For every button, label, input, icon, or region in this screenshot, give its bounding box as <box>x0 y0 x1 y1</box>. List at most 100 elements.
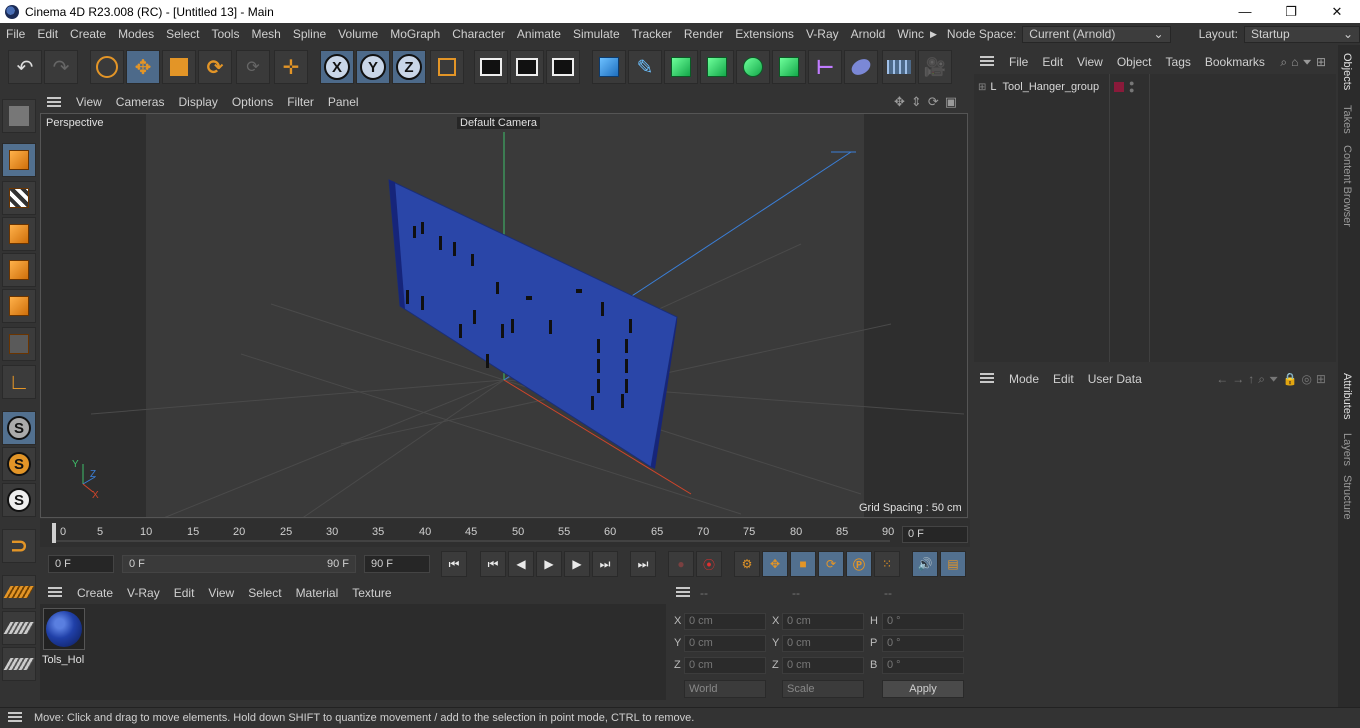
material-name[interactable]: Tols_Hol <box>42 654 84 666</box>
attributes-nav-icons[interactable]: ←→↑⌕⏷🔒◎⊞ <box>1216 372 1330 387</box>
menu-render[interactable]: Render <box>678 27 729 41</box>
material-menu-edit[interactable]: Edit <box>167 586 202 600</box>
menu-volume[interactable]: Volume <box>332 27 384 41</box>
subdivision-surface-button[interactable] <box>664 50 698 84</box>
material-swatch[interactable] <box>43 608 85 650</box>
next-frame-button[interactable]: ▶ <box>564 551 590 577</box>
object-row[interactable]: ⊞ L Tool_Hanger_group ● ● <box>974 78 1336 96</box>
tab-structure[interactable]: Structure <box>1341 475 1353 520</box>
menu-tools[interactable]: Tools <box>205 27 245 41</box>
axis-mode-button[interactable]: ∟ <box>2 365 36 399</box>
cube-object-button[interactable] <box>592 50 626 84</box>
coordinate-system-button[interactable] <box>430 50 464 84</box>
tab-takes[interactable]: Takes <box>1341 105 1353 134</box>
menu-extensions[interactable]: Extensions <box>729 27 800 41</box>
size-z-field[interactable]: 0 cm <box>782 657 864 674</box>
viewport-menu-icon[interactable] <box>47 94 61 110</box>
visibility-dots-icon[interactable]: ● ● <box>1129 79 1134 95</box>
snap-settings-button[interactable]: S <box>2 447 36 481</box>
menu-mograph[interactable]: MoGraph <box>384 27 446 41</box>
viewport-menu-panel[interactable]: Panel <box>321 95 366 109</box>
deformer-button[interactable]: ⊢ <box>808 50 842 84</box>
attributes-menu-icon[interactable] <box>980 372 994 386</box>
lock-x-button[interactable]: X <box>320 50 354 84</box>
objects-menu-object[interactable]: Object <box>1110 55 1159 69</box>
edge-mode-button[interactable] <box>2 253 36 287</box>
frame-range-slider[interactable]: 0 F 90 F <box>122 555 356 573</box>
menu-tracker[interactable]: Tracker <box>626 27 678 41</box>
redo-button[interactable]: ↷ <box>44 50 78 84</box>
menu-edit[interactable]: Edit <box>31 27 64 41</box>
close-button[interactable]: ✕ <box>1314 0 1360 23</box>
material-menu-view[interactable]: View <box>201 586 241 600</box>
objects-menu-file[interactable]: File <box>1002 55 1035 69</box>
position-z-field[interactable]: 0 cm <box>684 657 766 674</box>
menu-character[interactable]: Character <box>446 27 511 41</box>
viewport-menu-display[interactable]: Display <box>171 95 224 109</box>
film-button[interactable]: ▤ <box>940 551 966 577</box>
recent-tools-button[interactable]: ⟳ <box>236 50 270 84</box>
expand-icon[interactable]: ⊞ <box>978 82 986 93</box>
material-menu-texture[interactable]: Texture <box>345 586 398 600</box>
viewport-menu-options[interactable]: Options <box>225 95 280 109</box>
object-name[interactable]: Tool_Hanger_group <box>1003 81 1100 93</box>
tab-objects[interactable]: Objects <box>1341 53 1353 90</box>
node-space-dropdown[interactable]: Current (Arnold) ⌄ <box>1022 25 1171 43</box>
current-frame-field[interactable]: 0 F <box>902 526 968 543</box>
viewport-menu-filter[interactable]: Filter <box>280 95 321 109</box>
previous-frame-button[interactable]: ◀ <box>508 551 534 577</box>
camera-button[interactable]: 🎥 <box>918 50 952 84</box>
go-to-start-button[interactable]: ⏮ <box>441 551 467 577</box>
menu-vray[interactable]: V-Ray <box>800 27 845 41</box>
sound-button[interactable]: 🔊 <box>912 551 938 577</box>
floor-button[interactable] <box>882 50 916 84</box>
menu-spline[interactable]: Spline <box>287 27 332 41</box>
minimize-button[interactable]: — <box>1222 0 1268 23</box>
extrude-button[interactable] <box>700 50 734 84</box>
tab-content-browser[interactable]: Content Browser <box>1341 145 1353 227</box>
go-to-end-button[interactable]: ⏭ <box>630 551 656 577</box>
apply-button[interactable]: Apply <box>882 680 964 698</box>
undo-button[interactable]: ↶ <box>8 50 42 84</box>
magnet-button[interactable]: ⊃ <box>2 529 36 563</box>
viewport-menu-cameras[interactable]: Cameras <box>109 95 172 109</box>
render-view-button[interactable] <box>474 50 508 84</box>
rotation-b-field[interactable]: 0 ° <box>882 657 964 674</box>
key-rotation-button[interactable]: ⟳ <box>818 551 844 577</box>
workplane-button[interactable] <box>2 575 36 609</box>
uv-mode-button[interactable] <box>2 327 36 361</box>
key-pla-button[interactable]: ⁙ <box>874 551 900 577</box>
layer-color-tag-icon[interactable] <box>1114 82 1124 92</box>
texture-mode-button[interactable] <box>2 181 36 215</box>
material-menu-select[interactable]: Select <box>241 586 288 600</box>
material-menu-create[interactable]: Create <box>70 586 120 600</box>
record-keys-button[interactable]: ● <box>668 551 694 577</box>
menu-file[interactable]: File <box>0 27 31 41</box>
keyframe-selection-button[interactable]: ⚙ <box>734 551 760 577</box>
rotate-tool-button[interactable]: ⟳ <box>198 50 232 84</box>
maximize-button[interactable]: ❐ <box>1268 0 1314 23</box>
timeline-ruler[interactable]: 0 5 10 15 20 25 30 35 40 45 50 55 60 65 … <box>40 519 970 547</box>
coordinate-mode-select[interactable]: World <box>684 680 766 698</box>
pen-spline-button[interactable]: ✎ <box>628 50 662 84</box>
size-x-field[interactable]: 0 cm <box>782 613 864 630</box>
workplane-snap-button[interactable]: S <box>2 483 36 517</box>
attributes-menu-user-data[interactable]: User Data <box>1081 372 1149 386</box>
menu-simulate[interactable]: Simulate <box>567 27 626 41</box>
position-x-field[interactable]: 0 cm <box>684 613 766 630</box>
objects-menu-icon[interactable] <box>980 55 994 69</box>
attributes-menu-mode[interactable]: Mode <box>1002 372 1046 386</box>
scale-mode-select[interactable]: Scale <box>782 680 864 698</box>
rotation-h-field[interactable]: 0 ° <box>882 613 964 630</box>
objects-menu-edit[interactable]: Edit <box>1035 55 1070 69</box>
render-settings-button[interactable] <box>546 50 580 84</box>
size-y-field[interactable]: 0 cm <box>782 635 864 652</box>
render-picture-viewer-button[interactable] <box>510 50 544 84</box>
material-menu-icon[interactable] <box>48 586 62 600</box>
next-key-button[interactable]: ⏭ <box>592 551 618 577</box>
cloner-button[interactable] <box>736 50 770 84</box>
tab-layers[interactable]: Layers <box>1341 433 1353 466</box>
world-axis-button[interactable]: ✛ <box>274 50 308 84</box>
objects-search-filter-icons[interactable]: ⌕⌂⏷⊞ <box>1280 55 1330 70</box>
field-button[interactable] <box>844 50 878 84</box>
